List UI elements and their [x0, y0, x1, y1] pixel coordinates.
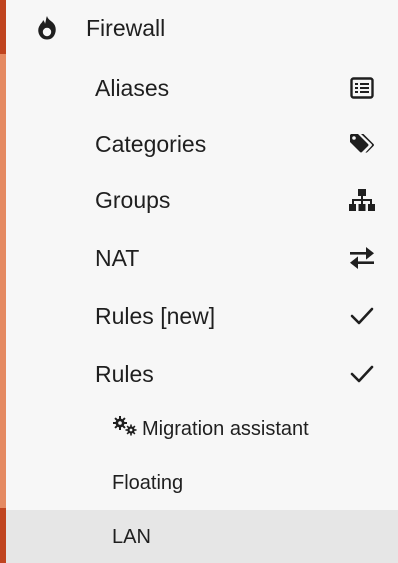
menu-item-groups[interactable]: Groups: [6, 172, 398, 228]
menu-subitem-label: Floating: [112, 472, 184, 494]
menu-item-label: Rules [new]: [95, 302, 216, 329]
sitemap-icon: [348, 186, 376, 214]
menu-item-label: Aliases: [95, 74, 170, 101]
flame-icon: [34, 14, 60, 42]
menu-item-rules[interactable]: Rules: [6, 346, 398, 402]
check-icon: [348, 302, 376, 330]
menu-subitem-migration-assistant[interactable]: Migration assistant: [6, 402, 398, 456]
menu-subitem-floating[interactable]: Floating: [6, 456, 398, 510]
firewall-menu: Firewall Aliases Categories Groups NAT R…: [0, 0, 398, 563]
menu-subitem-lan[interactable]: LAN: [6, 510, 398, 563]
menu-item-label: Groups: [95, 186, 171, 213]
check-icon: [348, 360, 376, 388]
menu-header-label: Firewall: [86, 14, 166, 41]
menu-subitem-label: Migration assistant: [142, 418, 309, 440]
list-icon: [348, 74, 376, 102]
menu-subitem-label: LAN: [112, 525, 151, 548]
menu-item-rules-new[interactable]: Rules [new]: [6, 288, 398, 344]
cogs-icon: [112, 415, 138, 437]
menu-item-label: NAT: [95, 244, 140, 271]
menu-item-categories[interactable]: Categories: [6, 116, 398, 172]
menu-header-firewall[interactable]: Firewall: [6, 0, 398, 56]
menu-item-label: Categories: [95, 130, 207, 157]
menu-item-aliases[interactable]: Aliases: [6, 60, 398, 116]
menu-item-nat[interactable]: NAT: [6, 230, 398, 286]
exchange-icon: [348, 244, 376, 272]
tag-icon: [348, 130, 376, 158]
menu-item-label: Rules: [95, 360, 154, 387]
